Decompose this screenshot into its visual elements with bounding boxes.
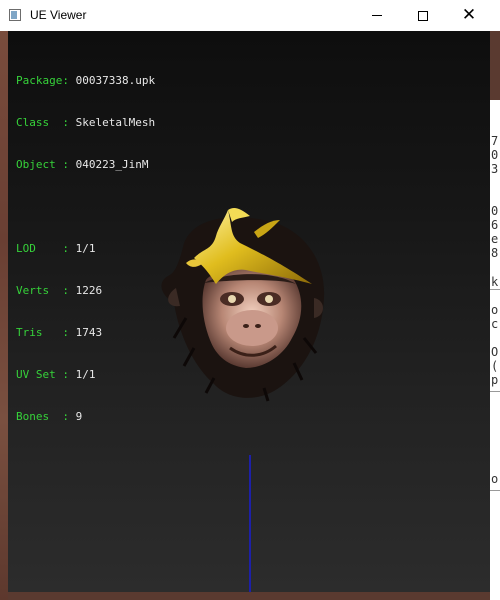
info-label: LOD : — [16, 242, 76, 255]
info-label: Package: — [16, 74, 76, 87]
info-value: 1226 — [75, 284, 103, 297]
info-row-package: Package: 00037338.upk — [16, 74, 155, 88]
origin-axis-line — [249, 455, 251, 592]
info-row-class: Class : SkeletalMesh — [16, 116, 155, 130]
info-value: 00037338.upk — [75, 74, 156, 87]
info-row-tris: Tris : 1743 — [16, 326, 155, 340]
maximize-button[interactable] — [400, 0, 446, 31]
maximize-icon — [418, 10, 428, 21]
window-title: UE Viewer — [30, 8, 87, 22]
info-label: Class : — [16, 116, 76, 129]
info-value: 1/1 — [75, 368, 96, 381]
info-value: SkeletalMesh — [75, 116, 156, 129]
mesh-info-overlay: Package: 00037338.upk Class : SkeletalMe… — [16, 46, 155, 452]
minimize-button[interactable] — [354, 0, 400, 31]
3d-viewport[interactable]: Package: 00037338.upk Class : SkeletalMe… — [8, 31, 490, 592]
info-value: 1743 — [75, 326, 103, 339]
ue-viewer-window: UE Viewer ✕ Package: 00037338.upk Class … — [0, 0, 500, 600]
info-row-lod: LOD : 1/1 — [16, 242, 155, 256]
info-label: UV Set : — [16, 368, 76, 381]
info-value: 040223_JinM — [75, 158, 149, 171]
close-icon: ✕ — [461, 5, 477, 25]
info-label: Verts : — [16, 284, 76, 297]
info-label: Bones : — [16, 410, 76, 423]
info-label: Object : — [16, 158, 76, 171]
close-button[interactable]: ✕ — [446, 0, 492, 31]
monkey-head-mesh-icon[interactable] — [154, 188, 334, 403]
info-row-uvset: UV Set : 1/1 — [16, 368, 155, 382]
info-value: 9 — [75, 410, 83, 423]
minimize-icon — [372, 15, 382, 16]
info-row-bones: Bones : 9 — [16, 410, 155, 424]
info-row-verts: Verts : 1226 — [16, 284, 155, 298]
info-label: Tris : — [16, 326, 76, 339]
info-value: 1/1 — [75, 242, 96, 255]
title-bar[interactable]: UE Viewer ✕ — [0, 0, 500, 31]
app-window-icon[interactable] — [9, 9, 21, 21]
info-row-object: Object : 040223_JinM — [16, 158, 155, 172]
